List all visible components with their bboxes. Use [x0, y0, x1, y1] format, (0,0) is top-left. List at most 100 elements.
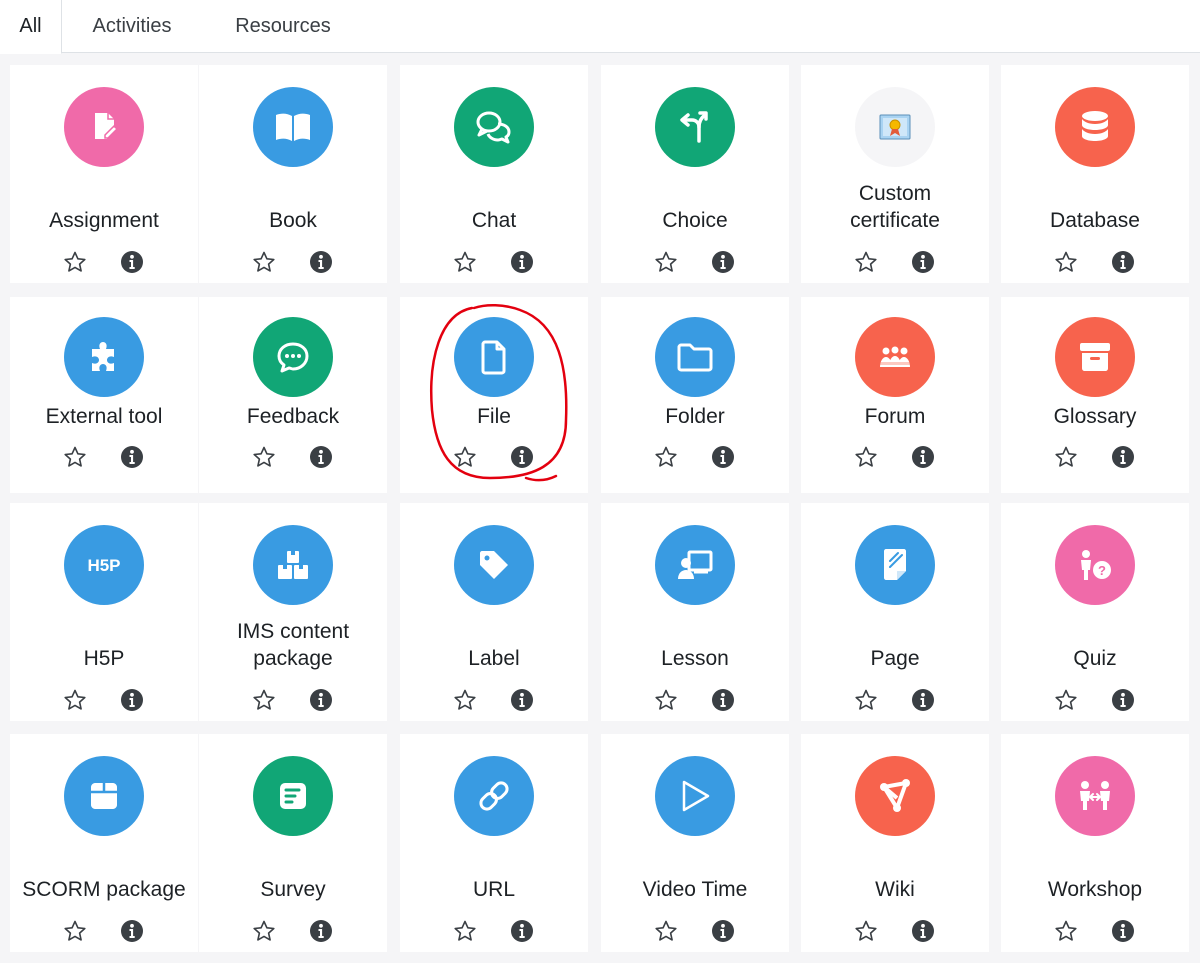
star-icon[interactable]: [62, 249, 88, 275]
star-icon[interactable]: [653, 444, 679, 470]
tab-activities[interactable]: Activities: [62, 0, 202, 53]
wiki-icon: [855, 756, 935, 836]
star-icon[interactable]: [452, 687, 478, 713]
puzzle-icon: [64, 317, 144, 397]
file-icon: [454, 317, 534, 397]
module-card-h5p[interactable]: H5P H5P: [10, 503, 198, 721]
info-icon[interactable]: [509, 444, 535, 470]
info-icon[interactable]: [308, 918, 334, 944]
module-card-feedback[interactable]: Feedback: [199, 297, 387, 493]
info-icon[interactable]: [1110, 687, 1136, 713]
svg-text:H5P: H5P: [87, 556, 120, 575]
module-card-workshop[interactable]: Workshop: [1001, 734, 1189, 952]
star-icon[interactable]: [1053, 249, 1079, 275]
module-card-custom-certificate[interactable]: Custom certificate: [801, 65, 989, 283]
info-icon[interactable]: [910, 249, 936, 275]
module-card-ims-content-package[interactable]: IMS content package: [199, 503, 387, 721]
star-icon[interactable]: [452, 918, 478, 944]
workshop-icon: [1055, 756, 1135, 836]
info-icon[interactable]: [1110, 918, 1136, 944]
play-icon: [655, 756, 735, 836]
module-name: Choice: [662, 209, 728, 232]
module-name: Lesson: [661, 647, 729, 670]
info-icon[interactable]: [119, 918, 145, 944]
star-icon[interactable]: [1053, 444, 1079, 470]
info-icon[interactable]: [910, 687, 936, 713]
info-icon[interactable]: [710, 249, 736, 275]
info-icon[interactable]: [308, 687, 334, 713]
module-name: Page: [870, 647, 920, 670]
module-card-lesson[interactable]: Lesson: [601, 503, 789, 721]
module-card-external-tool[interactable]: External tool: [10, 297, 198, 493]
star-icon[interactable]: [653, 687, 679, 713]
star-icon[interactable]: [62, 444, 88, 470]
module-card-page[interactable]: Page: [801, 503, 989, 721]
star-icon[interactable]: [1053, 687, 1079, 713]
info-icon[interactable]: [119, 687, 145, 713]
star-icon[interactable]: [251, 444, 277, 470]
module-name: Workshop: [1047, 878, 1143, 901]
module-card-database[interactable]: Database: [1001, 65, 1189, 283]
glossary-icon: [1055, 317, 1135, 397]
info-icon[interactable]: [910, 444, 936, 470]
certificate-icon: [855, 87, 935, 167]
ims-icon: [253, 525, 333, 605]
star-icon[interactable]: [452, 444, 478, 470]
info-icon[interactable]: [710, 687, 736, 713]
module-card-video-time[interactable]: Video Time: [601, 734, 789, 952]
module-card-forum[interactable]: Forum: [801, 297, 989, 493]
tab-resources[interactable]: Resources: [202, 0, 364, 53]
module-card-choice[interactable]: Choice: [601, 65, 789, 283]
module-card-book[interactable]: Book: [199, 65, 387, 283]
module-card-label[interactable]: Label: [400, 503, 588, 721]
tab-all[interactable]: All: [0, 0, 62, 54]
module-name: Folder: [665, 405, 725, 428]
info-icon[interactable]: [509, 918, 535, 944]
module-name: Assignment: [49, 209, 159, 232]
module-chooser-grid: Assignment Book Chat Choice Custom certifica…: [0, 53, 1200, 963]
star-icon[interactable]: [251, 249, 277, 275]
module-card-url[interactable]: URL: [400, 734, 588, 952]
star-icon[interactable]: [62, 918, 88, 944]
module-card-assignment[interactable]: Assignment: [10, 65, 198, 283]
info-icon[interactable]: [710, 444, 736, 470]
star-icon[interactable]: [853, 687, 879, 713]
module-name: External tool: [45, 405, 163, 428]
star-icon[interactable]: [853, 444, 879, 470]
star-icon[interactable]: [452, 249, 478, 275]
module-card-wiki[interactable]: Wiki: [801, 734, 989, 952]
module-name: Forum: [864, 405, 926, 428]
info-icon[interactable]: [910, 918, 936, 944]
info-icon[interactable]: [509, 249, 535, 275]
module-name: Label: [468, 647, 520, 670]
info-icon[interactable]: [308, 249, 334, 275]
info-icon[interactable]: [1110, 249, 1136, 275]
star-icon[interactable]: [853, 249, 879, 275]
info-icon[interactable]: [119, 249, 145, 275]
info-icon[interactable]: [1110, 444, 1136, 470]
module-name: Chat: [471, 209, 517, 232]
module-card-glossary[interactable]: Glossary: [1001, 297, 1189, 493]
database-icon: [1055, 87, 1135, 167]
module-name: Feedback: [246, 405, 340, 428]
module-card-chat[interactable]: Chat: [400, 65, 588, 283]
star-icon[interactable]: [653, 918, 679, 944]
star-icon[interactable]: [251, 918, 277, 944]
lesson-icon: [655, 525, 735, 605]
info-icon[interactable]: [509, 687, 535, 713]
module-name: IMS content package: [236, 620, 350, 670]
survey-icon: [253, 756, 333, 836]
module-card-quiz[interactable]: ? Quiz: [1001, 503, 1189, 721]
star-icon[interactable]: [1053, 918, 1079, 944]
module-card-folder[interactable]: Folder: [601, 297, 789, 493]
info-icon[interactable]: [308, 444, 334, 470]
module-card-file[interactable]: File: [400, 297, 588, 493]
star-icon[interactable]: [653, 249, 679, 275]
info-icon[interactable]: [710, 918, 736, 944]
star-icon[interactable]: [62, 687, 88, 713]
star-icon[interactable]: [853, 918, 879, 944]
module-card-survey[interactable]: Survey: [199, 734, 387, 952]
star-icon[interactable]: [251, 687, 277, 713]
module-card-scorm-package[interactable]: SCORM package: [10, 734, 198, 952]
info-icon[interactable]: [119, 444, 145, 470]
